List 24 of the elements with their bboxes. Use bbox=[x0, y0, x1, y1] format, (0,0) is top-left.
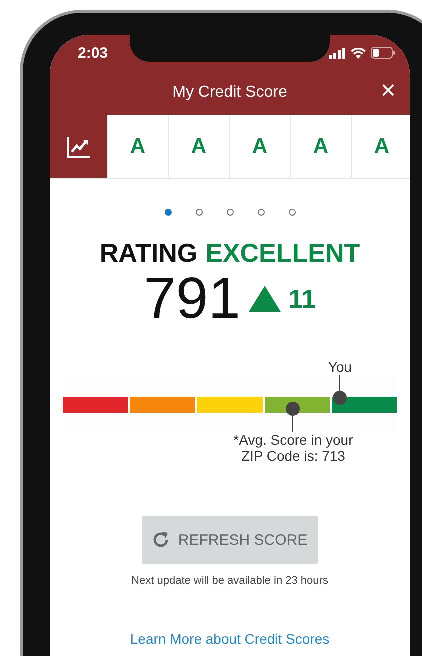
screen-title: My Credit Score bbox=[172, 84, 288, 102]
rating-value: EXCELLENT bbox=[206, 238, 360, 269]
trend-chart-icon bbox=[66, 136, 90, 158]
you-label: You bbox=[328, 359, 352, 375]
average-score-note: *Avg. Score in your ZIP Code is: 713 bbox=[232, 432, 354, 464]
page-dot[interactable] bbox=[196, 209, 202, 216]
page-dot[interactable] bbox=[164, 209, 172, 216]
update-note: Next update will be available in 23 hours bbox=[132, 575, 328, 587]
battery-icon bbox=[371, 47, 396, 59]
signal-icon bbox=[329, 48, 346, 58]
score-change: 11 bbox=[288, 284, 316, 314]
credit-score: 791 bbox=[144, 269, 241, 329]
close-button[interactable]: × bbox=[376, 77, 400, 103]
page-dot[interactable] bbox=[258, 209, 264, 216]
up-triangle-icon bbox=[248, 286, 281, 312]
rating-label: RATING bbox=[100, 238, 198, 269]
refresh-score-button[interactable]: REFRESH SCORE bbox=[142, 516, 318, 564]
wifi-icon bbox=[351, 48, 366, 58]
learn-more-link[interactable]: Learn More about Credit Scores bbox=[130, 631, 330, 647]
status-time: 2:03 bbox=[78, 44, 108, 62]
page-dot[interactable] bbox=[288, 209, 296, 216]
page-dot[interactable] bbox=[226, 209, 234, 216]
refresh-icon bbox=[152, 531, 170, 549]
chart-tab[interactable] bbox=[50, 115, 108, 178]
